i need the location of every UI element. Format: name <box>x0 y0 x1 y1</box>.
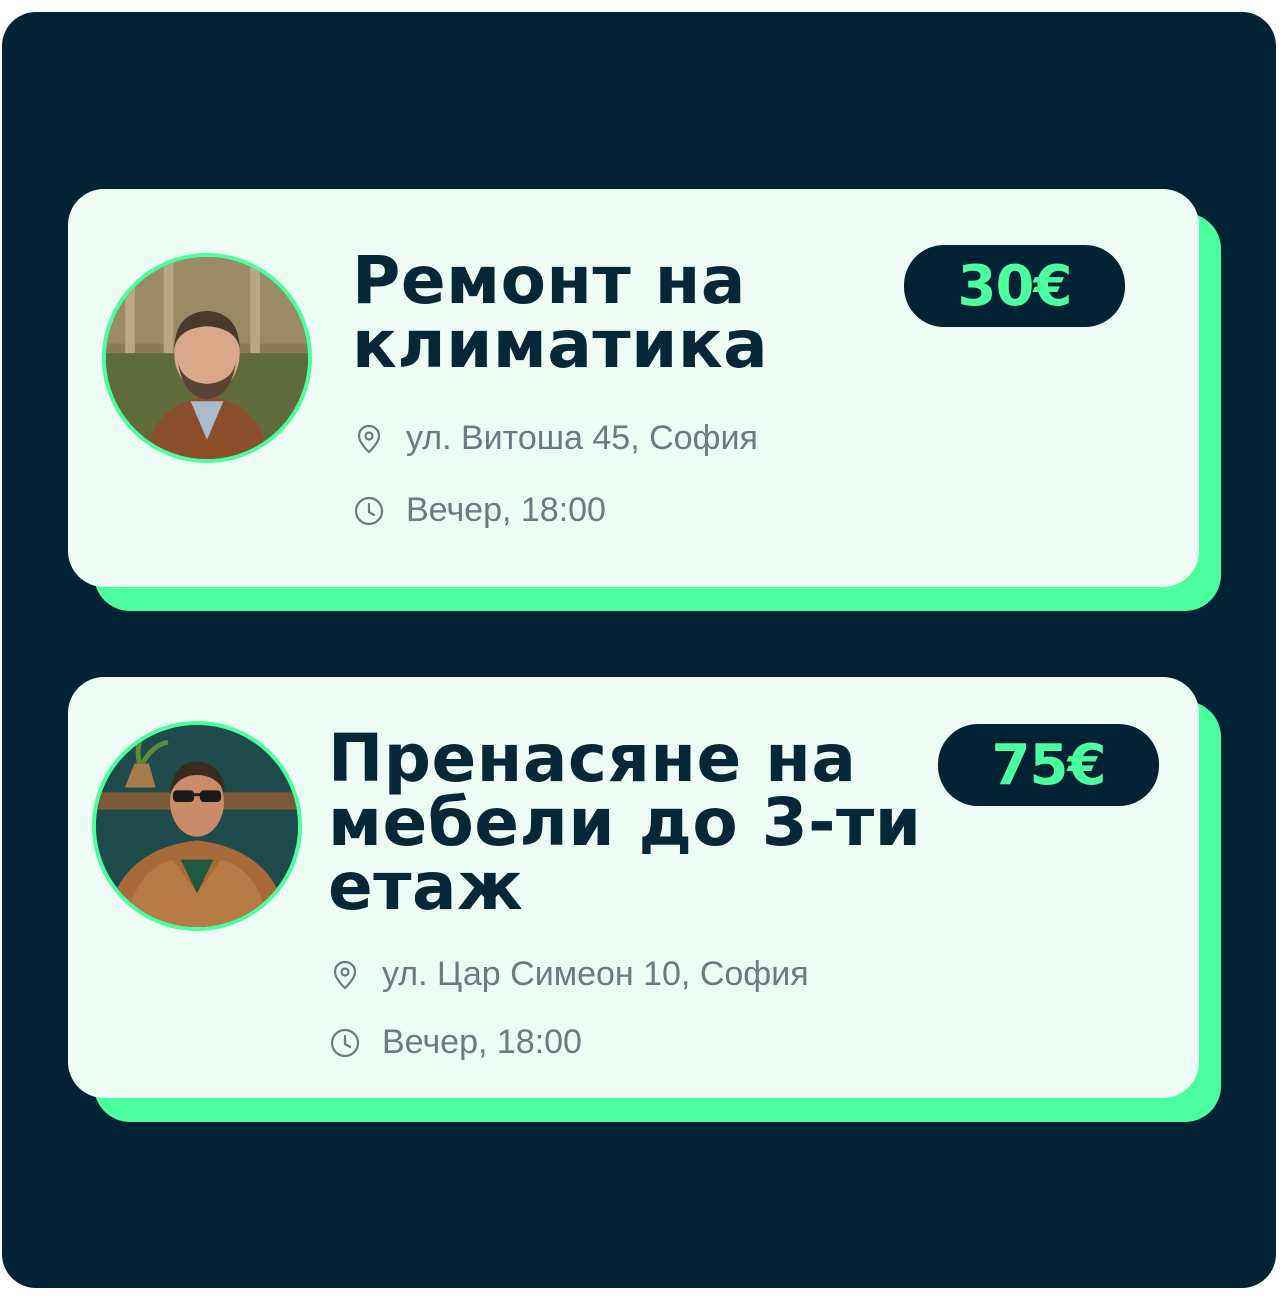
person-avatar-icon <box>96 725 298 927</box>
time-row: Вечер, 18:00 <box>352 491 606 530</box>
price-badge: 30€ <box>904 245 1125 327</box>
task-card[interactable]: Пренасяне на мебели до 3-ти етаж 75€ ул.… <box>68 677 1221 1122</box>
time-row: Вечер, 18:00 <box>328 1023 582 1062</box>
location-pin-icon <box>352 422 386 456</box>
card-body[interactable]: Ремонт на климатика 30€ ул. Витоша 45, С… <box>68 189 1199 587</box>
price-badge: 75€ <box>938 724 1159 806</box>
address-text: ул. Витоша 45, София <box>406 419 758 457</box>
task-card[interactable]: Ремонт на климатика 30€ ул. Витоша 45, С… <box>68 189 1221 611</box>
card-body[interactable]: Пренасяне на мебели до 3-ти етаж 75€ ул.… <box>68 677 1199 1098</box>
task-title: Ремонт на климатика <box>352 242 769 383</box>
time-text: Вечер, 18:00 <box>406 491 606 529</box>
location-pin-icon <box>328 958 362 992</box>
address-text: ул. Цар Симеон 10, София <box>382 955 809 993</box>
address-row: ул. Витоша 45, София <box>352 419 758 458</box>
clock-icon <box>352 494 386 528</box>
clock-icon <box>328 1026 362 1060</box>
avatar <box>92 721 302 931</box>
task-title: Пренасяне на мебели до 3-ти етаж <box>328 720 922 925</box>
person-avatar-icon <box>106 257 308 459</box>
avatar <box>102 253 312 463</box>
address-row: ул. Цар Симеон 10, София <box>328 955 809 994</box>
time-text: Вечер, 18:00 <box>382 1023 582 1061</box>
